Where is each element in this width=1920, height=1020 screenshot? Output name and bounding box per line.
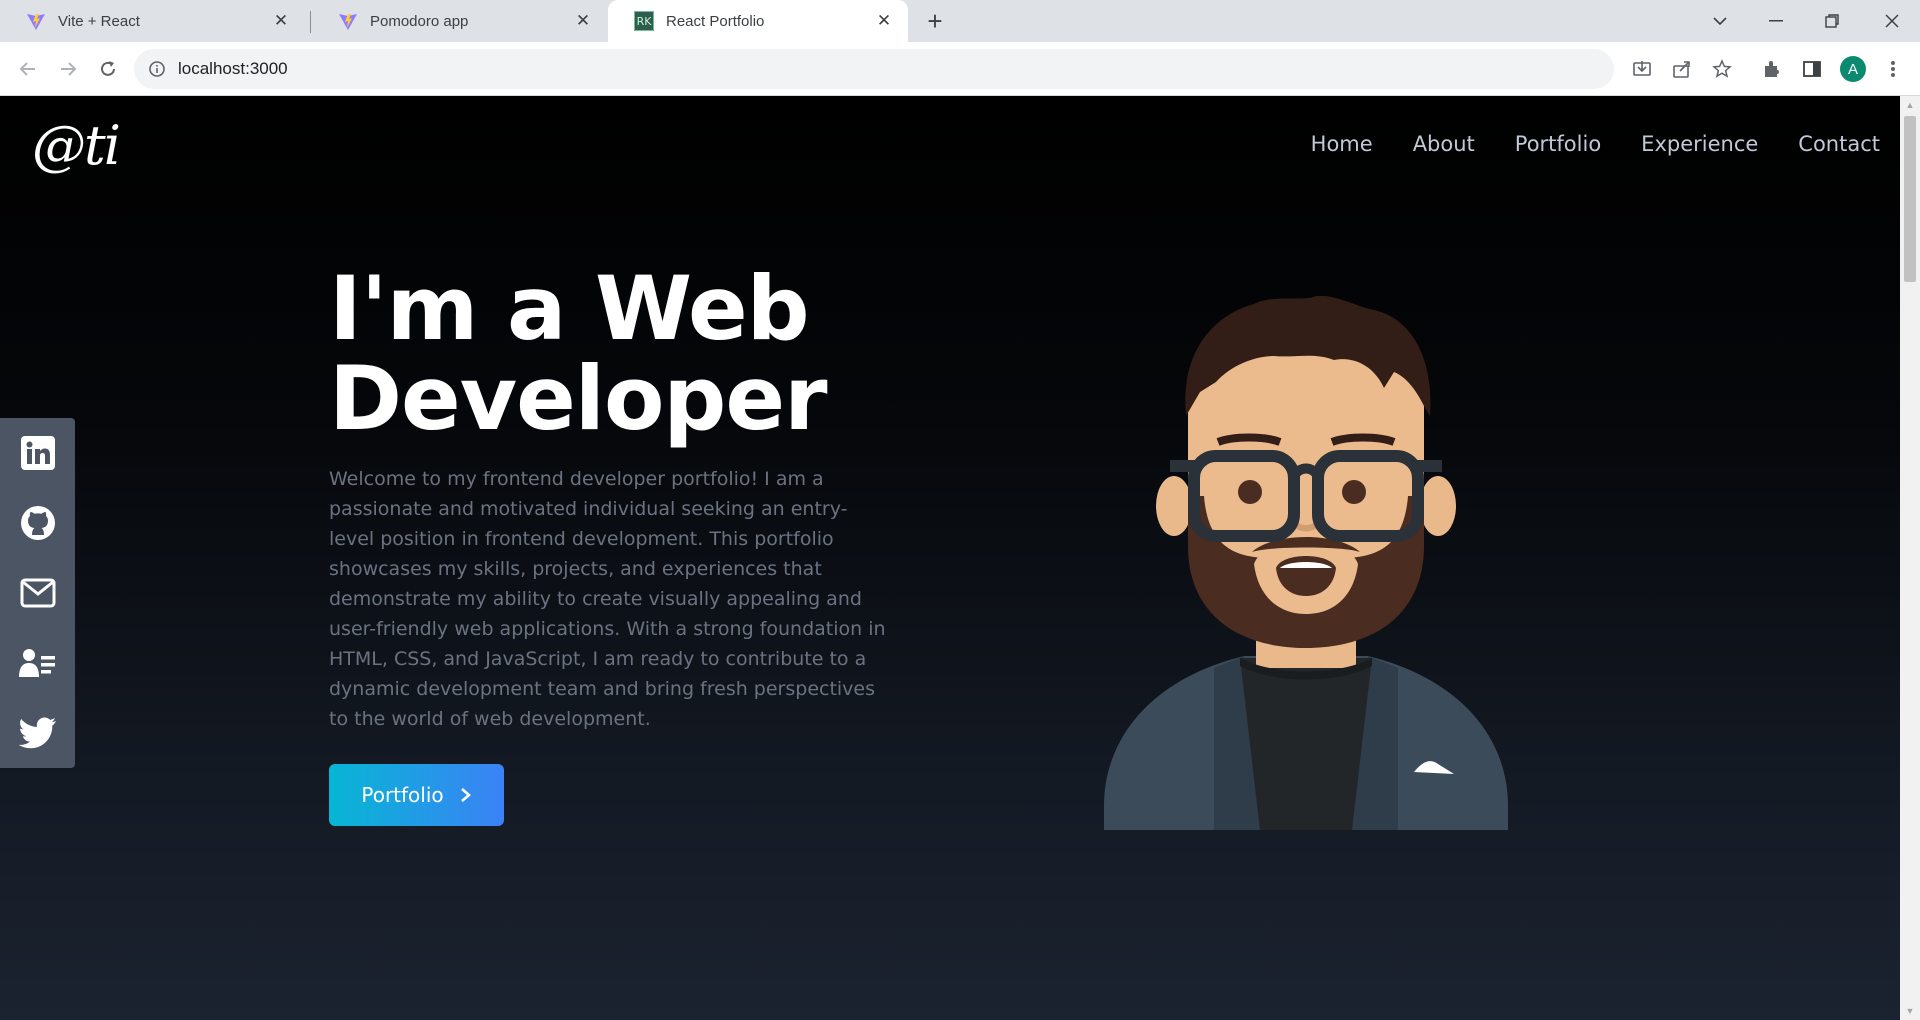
hero-intro: Welcome to my frontend developer portfol… [329, 468, 886, 730]
back-icon[interactable] [14, 55, 42, 83]
portfolio-button[interactable]: Portfolio [329, 764, 504, 826]
scrollbar-thumb[interactable] [1904, 116, 1916, 282]
kebab-menu-icon[interactable] [1880, 56, 1906, 82]
url-text: localhost:3000 [178, 59, 288, 78]
nav-portfolio[interactable]: Portfolio [1515, 132, 1601, 156]
rk-icon: RK [634, 11, 654, 31]
bookmark-star-icon[interactable] [1709, 56, 1735, 82]
social-sidebar [0, 418, 75, 768]
nav-experience[interactable]: Experience [1641, 132, 1758, 156]
scroll-up-icon[interactable]: ▲ [1905, 100, 1915, 110]
hero-title-line1: I'm a Web [329, 257, 810, 360]
page-viewport: @ti Home About Portfolio Experience Cont… [0, 96, 1920, 1020]
chevron-right-icon [460, 788, 471, 802]
main-nav: Home About Portfolio Experience Contact [1311, 132, 1880, 156]
vite-icon [26, 11, 46, 31]
browser-toolbar: localhost:3000 A [0, 42, 1920, 96]
email-link[interactable] [0, 558, 75, 628]
tab-react-portfolio[interactable]: RK React Portfolio ✕ [608, 0, 908, 42]
close-tab-icon[interactable]: ✕ [573, 11, 593, 31]
nav-about[interactable]: About [1413, 132, 1475, 156]
nav-contact[interactable]: Contact [1798, 132, 1880, 156]
profile-avatar[interactable]: A [1840, 56, 1866, 82]
tab-separator [310, 11, 311, 33]
forward-icon[interactable] [54, 55, 82, 83]
rk-favicon-text: RK [634, 11, 654, 31]
tab-search-icon[interactable] [1692, 0, 1748, 42]
linkedin-icon [20, 436, 55, 470]
hero-title-line2: Developer [329, 347, 827, 450]
tab-title: React Portfolio [666, 12, 765, 30]
close-tab-icon[interactable]: ✕ [874, 11, 894, 31]
portfolio-button-label: Portfolio [361, 783, 444, 807]
github-link[interactable] [0, 488, 75, 558]
tab-vite-react[interactable]: Vite + React ✕ [0, 0, 305, 42]
vite-icon [338, 11, 358, 31]
reload-icon[interactable] [94, 55, 122, 83]
extensions-icon[interactable] [1759, 56, 1785, 82]
resume-link[interactable] [0, 628, 75, 698]
nav-home[interactable]: Home [1311, 132, 1373, 156]
mail-icon [20, 578, 55, 608]
github-icon [20, 506, 55, 540]
twitter-icon [18, 717, 56, 749]
linkedin-link[interactable] [0, 418, 75, 488]
tab-pomodoro-app[interactable]: Pomodoro app ✕ [312, 0, 607, 42]
new-tab-button[interactable]: + [922, 6, 948, 36]
tab-title: Pomodoro app [370, 12, 469, 30]
address-bar[interactable]: localhost:3000 [134, 49, 1614, 89]
close-tab-icon[interactable]: ✕ [271, 11, 291, 31]
share-icon[interactable] [1669, 56, 1695, 82]
developer-avatar-illustration [1104, 296, 1508, 830]
twitter-link[interactable] [0, 698, 75, 768]
restore-icon[interactable] [1804, 0, 1860, 42]
install-app-icon[interactable] [1629, 56, 1655, 82]
scroll-down-icon[interactable]: ▼ [1905, 1006, 1915, 1016]
site-info-icon[interactable] [148, 60, 166, 78]
minimize-icon[interactable] [1748, 0, 1804, 42]
side-panel-icon[interactable] [1799, 56, 1825, 82]
site-logo[interactable]: @ti [32, 114, 121, 177]
tab-title: Vite + React [58, 12, 140, 30]
page-scrollbar[interactable]: ▲ ▼ [1900, 96, 1920, 1020]
hero-title: I'm a Web Developer [329, 264, 949, 444]
close-window-icon[interactable] [1864, 0, 1920, 42]
tab-strip: Vite + React ✕ Pomodoro app ✕ RK React P… [0, 0, 1920, 42]
resume-icon [18, 649, 55, 677]
